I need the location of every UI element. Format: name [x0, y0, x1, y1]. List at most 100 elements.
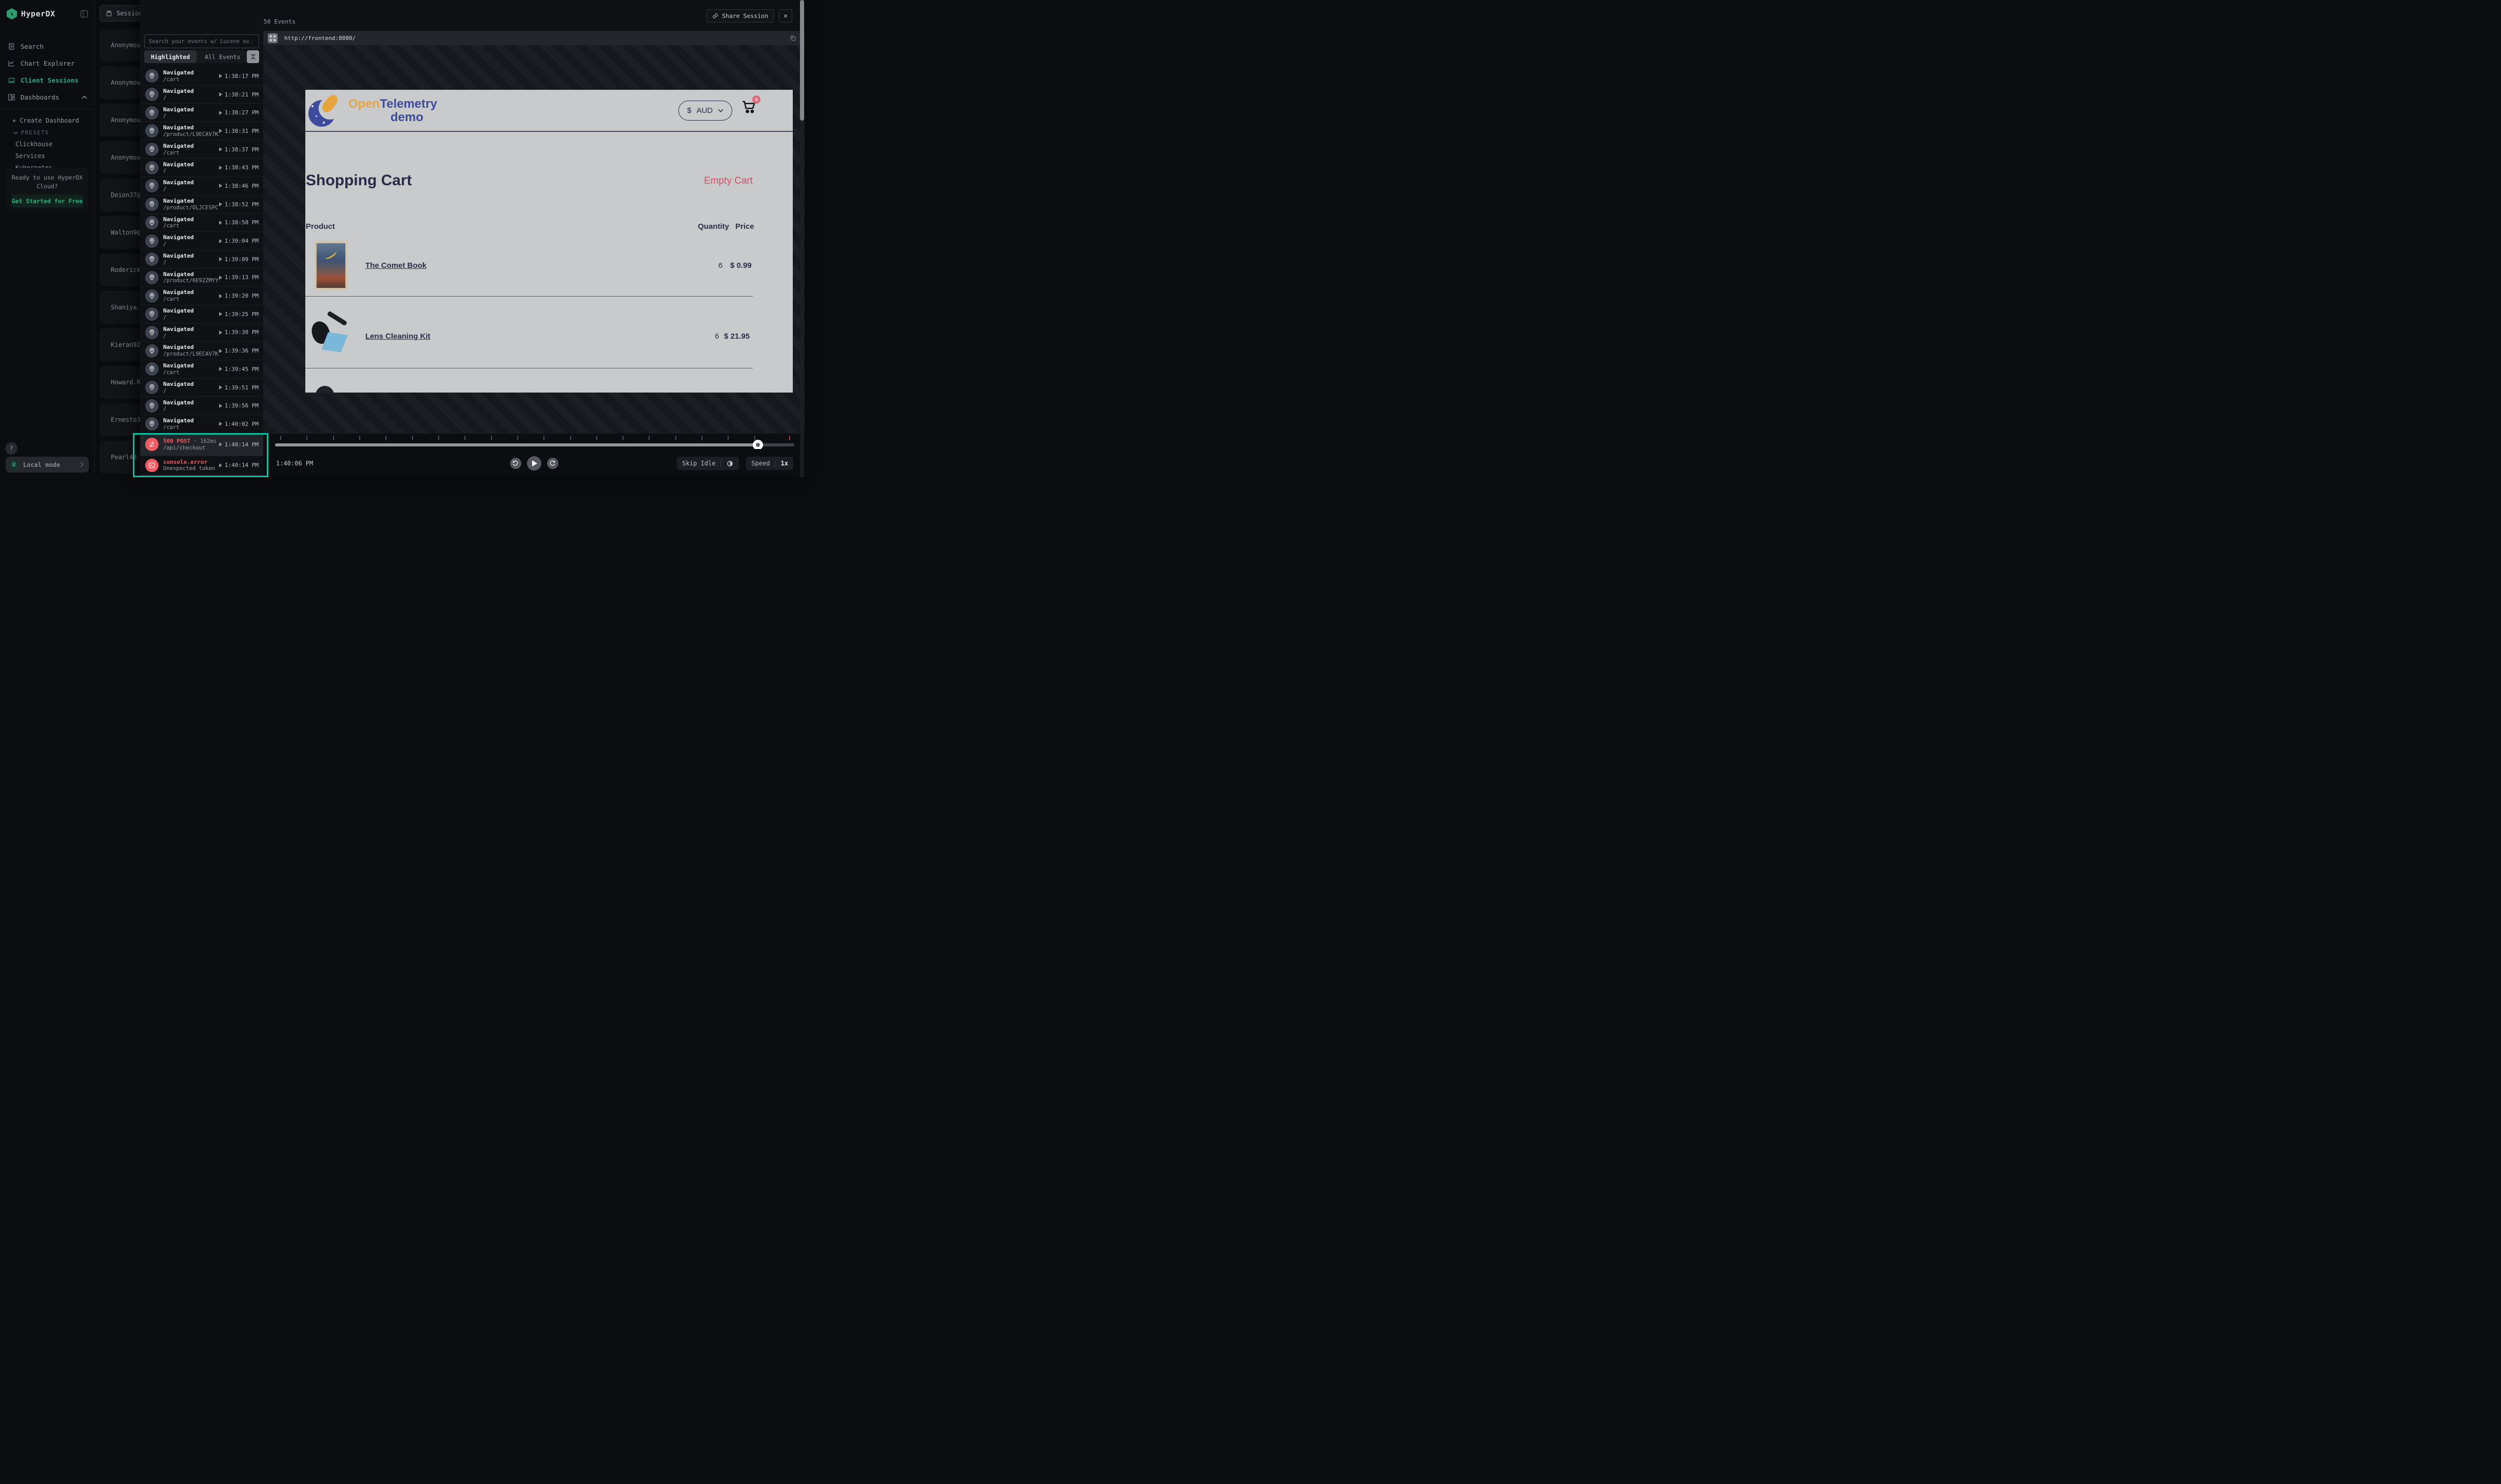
forward-button[interactable]: [547, 458, 558, 469]
session-list-item[interactable]: Anonymous: [100, 66, 140, 99]
scrollbar-thumb[interactable]: [800, 0, 804, 121]
event-row[interactable]: Navigated /cart 1:40:02 PM: [140, 415, 263, 434]
session-list-item[interactable]: Roderick_S: [100, 253, 140, 286]
currency-select[interactable]: $ AUD: [678, 101, 732, 121]
event-row[interactable]: Navigated / 1:38:43 PM: [140, 159, 263, 177]
product-image-comet-book[interactable]: [315, 241, 347, 290]
session-list-item[interactable]: Anonymous: [100, 104, 140, 136]
close-button[interactable]: ✕: [779, 9, 792, 23]
play-button[interactable]: [527, 456, 541, 471]
chevron-right-icon: [80, 462, 84, 467]
session-list-item[interactable]: Howard.Run: [100, 366, 140, 399]
sidebar-collapse-icon[interactable]: [80, 10, 88, 18]
empty-cart-link[interactable]: Empty Cart: [704, 175, 753, 187]
timeline-tick: [728, 436, 729, 440]
session-list-item[interactable]: Deion37@gm: [100, 179, 140, 211]
create-dashboard-button[interactable]: + Create Dashboard: [0, 114, 94, 127]
event-row[interactable]: Navigated /cart 1:38:17 PM: [140, 67, 263, 86]
map-pin-icon: [148, 127, 155, 134]
speed-control[interactable]: Speed 1x: [746, 457, 793, 470]
event-timestamp: 1:38:27 PM: [219, 109, 259, 116]
collapse-vertical-icon: [250, 53, 257, 61]
event-row[interactable]: Navigated /product/L9ECAV7KIM 1:38:31 PM: [140, 122, 263, 141]
session-list-item[interactable]: Ernesto33@: [100, 403, 140, 436]
event-row[interactable]: Navigated / 1:38:46 PM: [140, 177, 263, 196]
copy-icon[interactable]: [790, 35, 796, 42]
tab-sessions[interactable]: Sessions: [100, 5, 140, 22]
share-session-button[interactable]: Share Session: [707, 9, 774, 23]
row-divider: [305, 296, 753, 297]
jump-to-event-icon: [219, 463, 222, 467]
event-row[interactable]: Navigated /cart 1:38:37 PM: [140, 141, 263, 159]
event-row[interactable]: Navigated /product/L9ECAV7KIM 1:39:36 PM: [140, 342, 263, 360]
session-list-item[interactable]: Shaniya.Sc: [100, 291, 140, 324]
timeline-track-zone: [275, 434, 794, 449]
shop-header: OpenTelemetry demo $ AUD 4: [305, 90, 793, 132]
event-row[interactable]: Navigated / 1:38:27 PM: [140, 104, 263, 122]
session-list-item[interactable]: Walton9@ho: [100, 216, 140, 249]
event-row[interactable]: 500 POST · 162ms /api/checkout 1:40:14 P…: [140, 434, 263, 456]
app-title: HyperDX: [21, 9, 55, 18]
chevron-up-icon[interactable]: [82, 95, 87, 99]
event-row[interactable]: Navigated / 1:39:04 PM: [140, 232, 263, 250]
play-icon: [532, 460, 537, 466]
event-row[interactable]: Navigated /product/6E92ZMYYFZ 1:39:13 PM: [140, 269, 263, 287]
timeline-playhead[interactable]: [753, 440, 763, 450]
map-pin-icon: [148, 219, 155, 226]
sidebar-item-search[interactable]: Search: [0, 38, 94, 55]
product-link-comet-book[interactable]: The Comet Book: [365, 261, 426, 270]
event-timestamp: 1:39:30 PM: [219, 329, 259, 336]
http-exchange-icon: [148, 441, 155, 448]
collapse-panel-button[interactable]: [247, 50, 259, 63]
sidebar-item-client-sessions[interactable]: Client Sessions: [0, 72, 94, 89]
product-price: $ 0.99: [730, 261, 752, 270]
timeline-tick: [675, 436, 676, 440]
sessions-column: Sessions Anonymous Anonymous Anonymous Anon…: [95, 0, 140, 477]
event-row[interactable]: Navigated /product/OLJCESPC7Z 1:38:52 PM: [140, 196, 263, 214]
shop-brand: OpenTelemetry demo: [348, 97, 423, 125]
overlay-scrollbar[interactable]: [800, 0, 804, 477]
product-link-lens-kit[interactable]: Lens Cleaning Kit: [365, 332, 431, 341]
events-search-input[interactable]: [144, 34, 259, 48]
jump-to-event-icon: [219, 422, 222, 426]
product-qty: 6: [715, 332, 719, 341]
event-row[interactable]: Navigated /cart 1:38:58 PM: [140, 214, 263, 232]
session-list-item[interactable]: Anonymous: [100, 141, 140, 174]
replay-url: http://frontend:8080/: [284, 35, 356, 42]
local-mode-button[interactable]: U Local mode: [6, 457, 89, 473]
fullscreen-button[interactable]: [268, 33, 278, 43]
cart-button[interactable]: 4: [741, 99, 758, 116]
event-row[interactable]: Navigated / 1:39:51 PM: [140, 379, 263, 397]
event-row[interactable]: Navigated /cart 1:39:45 PM: [140, 360, 263, 379]
skip-idle-toggle[interactable]: Skip Idle: [677, 457, 739, 470]
event-row[interactable]: Navigated / 1:39:09 PM: [140, 250, 263, 269]
presets-group-toggle[interactable]: PRESETS: [0, 127, 94, 138]
map-pin-icon: [148, 310, 155, 318]
timeline-tick: [333, 436, 334, 440]
event-row[interactable]: Navigated / 1:38:21 PM: [140, 86, 263, 104]
speed-value: 1x: [781, 460, 788, 467]
jump-to-event-icon: [219, 129, 222, 133]
get-started-button[interactable]: Get Started for Free: [11, 194, 83, 207]
sidebar-item-services[interactable]: Services: [0, 150, 94, 162]
event-row[interactable]: Navigated / 1:39:25 PM: [140, 305, 263, 324]
event-row[interactable]: Navigated /cart 1:39:20 PM: [140, 287, 263, 305]
events-panel: Highlighted All Events Navigated /cart 1…: [140, 0, 263, 477]
session-list-item[interactable]: Anonymous: [100, 29, 140, 62]
event-row[interactable]: Navigated / 1:39:56 PM: [140, 397, 263, 415]
event-timestamp: 1:38:58 PM: [219, 219, 259, 226]
tab-all-events[interactable]: All Events: [197, 53, 248, 61]
timeline-track[interactable]: [275, 443, 794, 446]
session-list-item[interactable]: Pearl43: [100, 441, 140, 474]
event-row[interactable]: Navigated / 1:39:30 PM: [140, 324, 263, 342]
sidebar-item-chart-explorer[interactable]: Chart Explorer: [0, 55, 94, 72]
tab-highlighted[interactable]: Highlighted: [144, 50, 197, 63]
sidebar-item-clickhouse[interactable]: Clickhouse: [0, 138, 94, 150]
event-row[interactable]: console.error Unexpected token 'I'… 1:40…: [140, 456, 263, 475]
help-button[interactable]: ?: [5, 442, 17, 455]
sidebar-item-dashboards[interactable]: Dashboards: [0, 89, 94, 106]
session-list-item[interactable]: Kieran92@h: [100, 328, 140, 361]
rewind-button[interactable]: [510, 458, 521, 469]
product-image-lens-kit[interactable]: [309, 314, 354, 356]
session-detail-overlay: Walton9@hotmail.com Last active 1h ago ·…: [140, 0, 805, 477]
